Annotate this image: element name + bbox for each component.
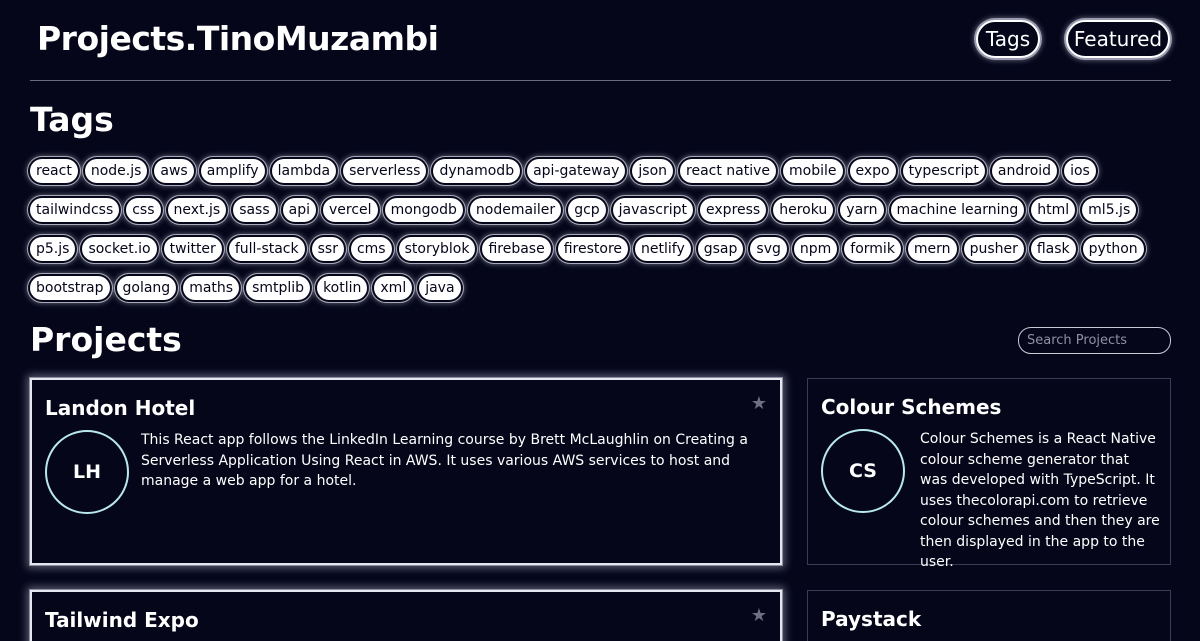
tag-pill[interactable]: html [1031, 198, 1076, 222]
tag-pill[interactable]: ssr [311, 237, 344, 261]
project-avatar: LH [45, 430, 129, 514]
star-icon[interactable]: ★ [751, 393, 767, 414]
tag-pill[interactable]: json [632, 159, 674, 183]
nav-featured-button[interactable]: Featured [1066, 20, 1170, 58]
tag-pill[interactable]: react [30, 159, 78, 183]
header: Projects.TinoMuzambi Tags Featured [30, 0, 1171, 81]
search-projects-input[interactable] [1018, 327, 1171, 354]
tag-pill[interactable]: bootstrap [30, 276, 110, 300]
tag-pill[interactable]: formik [844, 237, 901, 261]
tag-pill[interactable]: lambda [271, 159, 337, 183]
tag-pill[interactable]: css [126, 198, 161, 222]
tag-pill[interactable]: react native [680, 159, 777, 183]
tag-pill[interactable]: express [700, 198, 767, 222]
project-card-tailwind-expo[interactable]: Tailwind Expo ★ [30, 590, 782, 641]
tag-pill[interactable]: ml5.js [1082, 198, 1137, 222]
tag-pill[interactable]: nodemailer [469, 198, 562, 222]
tag-pill[interactable]: ios [1064, 159, 1096, 183]
project-description: This React app follows the LinkedIn Lear… [141, 432, 748, 489]
project-card-paystack[interactable]: Paystack [807, 590, 1171, 641]
tag-pill[interactable]: machine learning [890, 198, 1025, 222]
tag-pill[interactable]: firebase [482, 237, 551, 261]
star-icon[interactable]: ★ [751, 605, 767, 626]
tag-pill[interactable]: netlify [635, 237, 691, 261]
tag-pill[interactable]: svg [750, 237, 787, 261]
tag-pill[interactable]: dynamodb [433, 159, 521, 183]
tag-pill[interactable]: socket.io [82, 237, 157, 261]
project-title: Tailwind Expo [45, 608, 199, 632]
site-brand[interactable]: Projects.TinoMuzambi [37, 19, 439, 58]
tag-pill[interactable]: flask [1030, 237, 1076, 261]
tag-pill[interactable]: mobile [783, 159, 843, 183]
tag-pill[interactable]: api-gateway [527, 159, 626, 183]
tag-pill[interactable]: kotlin [317, 276, 368, 300]
project-avatar: CS [821, 429, 905, 513]
tag-pill[interactable]: amplify [200, 159, 265, 183]
project-title: Landon Hotel [45, 396, 196, 420]
project-title: Colour Schemes [821, 395, 1002, 419]
project-card-landon-hotel[interactable]: Landon Hotel ★ LH This React app follows… [30, 378, 782, 565]
tag-pill[interactable]: tailwindcss [30, 198, 120, 222]
tag-pill[interactable]: mongodb [384, 198, 463, 222]
tag-pill[interactable]: yarn [840, 198, 884, 222]
tag-pill[interactable]: node.js [84, 159, 148, 183]
tag-pill[interactable]: mern [907, 237, 957, 261]
tag-pill[interactable]: cms [350, 237, 392, 261]
nav-tags-button[interactable]: Tags [976, 20, 1040, 58]
tag-pill[interactable]: api [282, 198, 317, 222]
tag-pill[interactable]: golang [116, 276, 177, 300]
project-description: Colour Schemes is a React Native colour … [920, 431, 1160, 570]
tag-pill[interactable]: full-stack [228, 237, 305, 261]
tag-pill[interactable]: pusher [963, 237, 1024, 261]
tags-heading: Tags [30, 100, 114, 139]
tag-pill[interactable]: android [991, 159, 1058, 183]
tag-pill[interactable]: p5.js [30, 237, 76, 261]
tag-pill[interactable]: vercel [323, 198, 378, 222]
tag-pill[interactable]: npm [793, 237, 838, 261]
project-card-colour-schemes[interactable]: Colour Schemes CS Colour Schemes is a Re… [807, 378, 1171, 570]
tag-pill[interactable]: gsap [697, 237, 744, 261]
tag-pill[interactable]: maths [183, 276, 240, 300]
tag-pill[interactable]: typescript [902, 159, 985, 183]
tag-pill[interactable]: expo [849, 159, 896, 183]
tag-pill[interactable]: java [419, 276, 461, 300]
tag-pill[interactable]: serverless [343, 159, 427, 183]
project-title: Paystack [821, 607, 922, 631]
tag-pill[interactable]: next.js [167, 198, 227, 222]
tag-pill[interactable]: sass [233, 198, 276, 222]
tag-pill[interactable]: gcp [568, 198, 606, 222]
tag-pill[interactable]: javascript [612, 198, 694, 222]
tag-pill[interactable]: firestore [557, 237, 629, 261]
tag-pill[interactable]: smtplib [246, 276, 311, 300]
tag-pill[interactable]: heroku [773, 198, 834, 222]
tag-pill[interactable]: storyblok [398, 237, 476, 261]
tag-pill[interactable]: xml [374, 276, 413, 300]
tag-pill[interactable]: twitter [163, 237, 222, 261]
tag-pill[interactable]: aws [154, 159, 194, 183]
page: Projects.TinoMuzambi Tags Featured Tags … [0, 0, 1200, 641]
tags-list: react node.js aws amplify lambda serverless dy… [30, 159, 1150, 300]
tag-pill[interactable]: python [1082, 237, 1144, 261]
projects-heading: Projects [30, 320, 182, 359]
